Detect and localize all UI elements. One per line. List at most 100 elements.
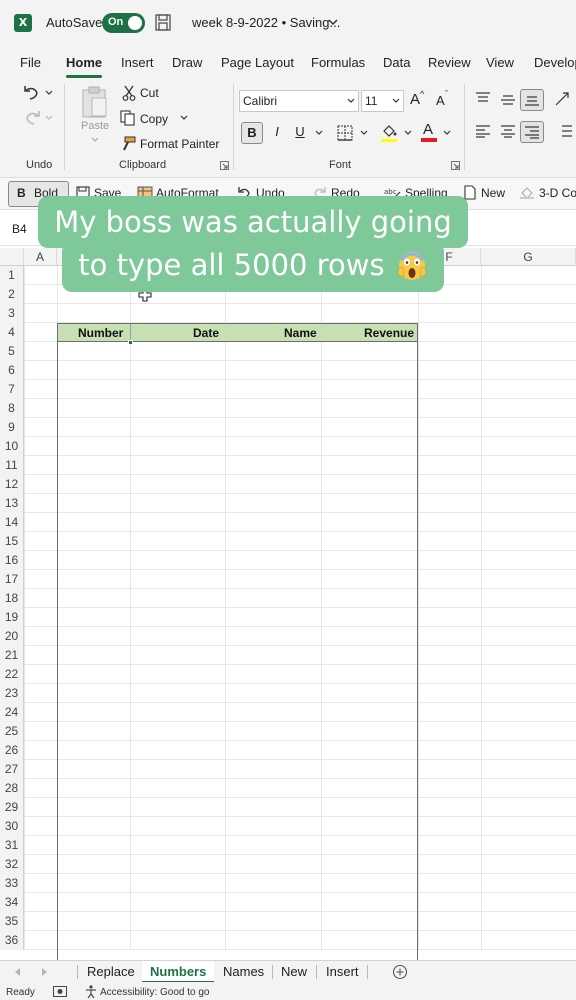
document-title[interactable]: week 8-9-2022 • Saving... [192,15,340,30]
row-header[interactable]: 14 [0,513,24,532]
scroll-right-icon[interactable] [40,968,48,976]
row-header[interactable]: 22 [0,665,24,684]
macro-recording-icon[interactable] [53,986,67,997]
row-header[interactable]: 21 [0,646,24,665]
row-header[interactable]: 35 [0,912,24,931]
sheet-tab-replace[interactable]: Replace [87,964,135,979]
status-accessibility[interactable]: Accessibility: Good to go [100,987,210,998]
align-left-icon[interactable] [475,124,491,138]
fill-color-icon[interactable] [380,123,398,143]
sheet-tab-insert[interactable]: Insert [326,964,359,979]
copy-icon[interactable] [120,110,136,126]
grow-font-button[interactable]: A [410,91,420,108]
tab-developer[interactable]: Develop [534,55,576,70]
align-right-button[interactable] [520,121,544,143]
undo-dropdown-icon[interactable] [45,90,53,96]
dialog-launcher-icon[interactable] [451,161,460,170]
row-header[interactable]: 25 [0,722,24,741]
cut-label[interactable]: Cut [140,86,159,100]
tab-file[interactable]: File [20,55,41,70]
paste-dropdown-icon[interactable] [91,137,99,143]
font-color-button[interactable]: A [423,121,433,138]
font-name-select[interactable]: Calibri [239,90,359,112]
redo-icon[interactable] [22,109,42,127]
qat-new-label[interactable]: New [481,186,505,200]
new-document-icon[interactable] [464,185,476,200]
bold-button[interactable]: B [241,122,263,144]
tab-page-layout[interactable]: Page Layout [221,55,294,70]
indent-icon[interactable] [557,123,573,139]
row-header[interactable]: 20 [0,627,24,646]
row-header[interactable]: 33 [0,874,24,893]
row-header[interactable]: 11 [0,456,24,475]
orientation-icon[interactable] [553,90,571,108]
redo-dropdown-icon[interactable] [45,115,53,121]
sheet-tab-names[interactable]: Names [223,964,264,979]
tab-data[interactable]: Data [383,55,410,70]
row-header[interactable]: 28 [0,779,24,798]
tab-view[interactable]: View [486,55,514,70]
row-header[interactable]: 13 [0,494,24,513]
column-header-g[interactable]: G [481,248,576,266]
row-header[interactable]: 31 [0,836,24,855]
tab-review[interactable]: Review [428,55,471,70]
copy-dropdown-icon[interactable] [180,115,188,121]
paste-icon[interactable] [80,85,110,119]
copy-label[interactable]: Copy [140,112,168,126]
borders-icon[interactable] [337,125,353,141]
header-name[interactable]: Name [284,324,317,341]
name-box[interactable]: B4 [12,222,27,236]
tab-home[interactable]: Home [66,55,102,70]
row-header[interactable]: 30 [0,817,24,836]
accessibility-icon[interactable] [85,985,97,998]
row-header[interactable]: 36 [0,931,24,950]
format-painter-icon[interactable] [120,136,136,152]
row-header[interactable]: 18 [0,589,24,608]
align-center-icon[interactable] [500,124,516,138]
borders-dropdown-icon[interactable] [360,130,368,136]
paste-label[interactable]: Paste [81,120,109,132]
row-header[interactable]: 19 [0,608,24,627]
select-all-corner[interactable] [0,248,24,266]
row-header[interactable]: 27 [0,760,24,779]
shrink-font-button[interactable]: A [436,93,445,108]
row-header[interactable]: 10 [0,437,24,456]
row-header[interactable]: 6 [0,361,24,380]
align-middle-icon[interactable] [500,93,516,107]
row-header[interactable]: 16 [0,551,24,570]
tab-draw[interactable]: Draw [172,55,202,70]
tab-insert[interactable]: Insert [121,55,154,70]
scissors-icon[interactable] [122,85,136,101]
add-sheet-icon[interactable] [392,964,408,980]
row-header[interactable]: 12 [0,475,24,494]
font-size-select[interactable]: 11 [361,90,404,112]
dialog-launcher-icon[interactable] [220,161,229,170]
sheet-tab-new[interactable]: New [281,964,307,979]
scroll-left-icon[interactable] [14,968,22,976]
row-header[interactable]: 5 [0,342,24,361]
row-header[interactable]: 17 [0,570,24,589]
row-header[interactable]: 34 [0,893,24,912]
format-painter-label[interactable]: Format Painter [140,137,219,151]
save-icon[interactable] [155,14,171,31]
row-header[interactable]: 1 [0,266,24,285]
align-bottom-button[interactable] [520,89,544,111]
font-color-dropdown-icon[interactable] [443,130,451,136]
row-header[interactable]: 8 [0,399,24,418]
row-header[interactable]: 2 [0,285,24,304]
row-header[interactable]: 15 [0,532,24,551]
header-number[interactable]: Number [78,324,123,341]
qat-3d-label[interactable]: 3-D Co [539,186,576,200]
row-header[interactable]: 24 [0,703,24,722]
row-header[interactable]: 4 [0,323,24,342]
tab-formulas[interactable]: Formulas [311,55,365,70]
fill-color-dropdown-icon[interactable] [404,130,412,136]
fill-handle[interactable] [128,340,133,345]
row-header[interactable]: 23 [0,684,24,703]
sheet-tab-numbers[interactable]: Numbers [150,964,206,979]
row-header[interactable]: 9 [0,418,24,437]
underline-dropdown-icon[interactable] [315,130,323,136]
header-revenue[interactable]: Revenue [364,324,414,341]
row-header[interactable]: 29 [0,798,24,817]
row-header[interactable]: 32 [0,855,24,874]
